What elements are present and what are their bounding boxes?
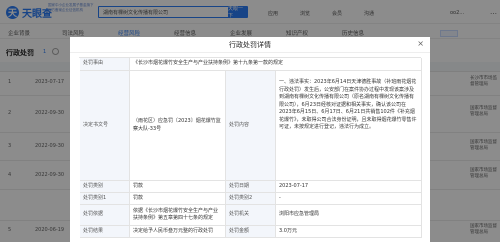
penalty-type-label: 处罚类别 xyxy=(80,181,130,193)
result-label: 处罚结果 xyxy=(80,226,130,238)
content-label: 处罚内容 xyxy=(226,71,276,181)
modal-divider xyxy=(70,52,430,53)
amount-value: 3.0万元 xyxy=(276,226,422,238)
penalty-detail-modal: 行政处罚详情 × 处罚事由 《长沙市烟花爆竹安全生产与产业扶持条例》第十九条第一… xyxy=(70,37,430,242)
law-label: 处罚依据 xyxy=(80,205,130,226)
close-icon[interactable]: × xyxy=(417,39,424,48)
agency-value: 浏阳市应急管理局 xyxy=(276,205,422,226)
agency-label: 处罚机关 xyxy=(226,205,276,226)
penalty-type2-label: 处罚类别2 xyxy=(226,193,276,205)
penalty-type2-value: - xyxy=(276,193,422,205)
basis-value: 《长沙市烟花爆竹安全生产与产业扶持条例》第十九条第一款的规定 xyxy=(130,58,422,71)
result-value: 决定给予人民币叁万元整的行政处罚 xyxy=(130,226,226,238)
content-value: 一、违法事实：2023年6月14日天津德胜事故（补班雨花烟花行政处罚）发生后，公… xyxy=(276,71,422,181)
penalty-date-label: 处罚日期 xyxy=(226,181,276,193)
penalty-type-value: 罚款 xyxy=(130,181,226,193)
detail-grid: 处罚事由 《长沙市烟花爆竹安全生产与产业扶持条例》第十九条第一款的规定 决定书文… xyxy=(79,57,422,238)
penalty-type1-value: 罚款 xyxy=(130,193,226,205)
law-value: 依据《长沙市烟花爆竹安全生产与产业扶持条例》第五章第四十七条的规定 xyxy=(130,205,226,226)
modal-title: 行政处罚详情 xyxy=(229,41,271,49)
penalty-date-value: 2023-07-17 xyxy=(276,181,422,193)
penalty-type1-label: 处罚类别1 xyxy=(80,193,130,205)
doc-number-value: （雨花区）应急罚〔2023〕烟花爆竹监察大队-33号 xyxy=(130,71,226,181)
amount-label: 处罚金额 xyxy=(226,226,276,238)
doc-number-label: 决定书文号 xyxy=(80,71,130,181)
basis-label: 处罚事由 xyxy=(80,58,130,71)
